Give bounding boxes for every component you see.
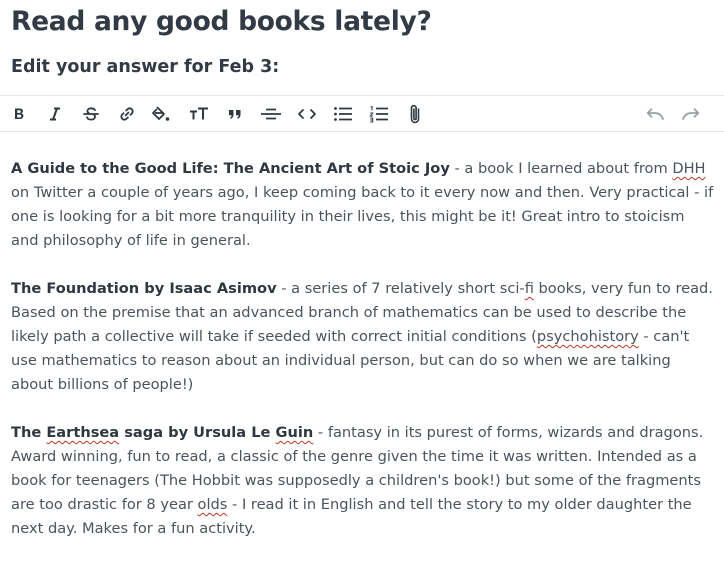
- attachment-icon: [410, 104, 420, 124]
- link-button[interactable]: [112, 96, 142, 132]
- edit-answer-heading: Edit your answer for Feb 3:: [11, 57, 280, 77]
- bulleted-list-button[interactable]: [328, 96, 358, 132]
- attachment-button[interactable]: [400, 96, 430, 132]
- answer-editor[interactable]: A Guide to the Good Life: The Ancient Ar…: [11, 157, 715, 565]
- misspelled-word: Guin: [275, 424, 314, 441]
- misspelled-word: fi: [524, 280, 534, 297]
- undo-button[interactable]: [640, 96, 670, 132]
- highlight-button[interactable]: [146, 96, 176, 132]
- strikethrough-button[interactable]: [76, 96, 106, 132]
- bulleted-list-icon: [334, 107, 352, 121]
- redo-icon: [682, 108, 700, 120]
- book-entry: The Earthsea saga by Ursula Le Guin - fa…: [11, 424, 704, 537]
- code-icon: [298, 109, 316, 119]
- quote-icon: [229, 110, 241, 119]
- horizontal-rule-button[interactable]: [256, 96, 286, 132]
- book-title: A Guide to the Good Life: The Ancient Ar…: [11, 160, 450, 177]
- text-size-button[interactable]: [184, 96, 214, 132]
- italic-button[interactable]: [40, 96, 70, 132]
- misspelled-word: DHH: [672, 160, 706, 177]
- misspelled-word: psychohistory: [536, 328, 639, 345]
- code-button[interactable]: [292, 96, 322, 132]
- misspelled-word: olds: [197, 496, 228, 513]
- undo-icon: [646, 108, 664, 120]
- link-icon: [120, 107, 134, 121]
- numbered-list-button[interactable]: [364, 96, 394, 132]
- highlight-icon: [152, 106, 170, 121]
- book-title: The Foundation by Isaac Asimov: [11, 280, 277, 297]
- horizontal-rule-icon: [261, 108, 281, 120]
- book-entry: A Guide to the Good Life: The Ancient Ar…: [11, 160, 714, 249]
- quote-button[interactable]: [220, 96, 250, 132]
- redo-button[interactable]: [676, 96, 706, 132]
- answer-edit-page: Read any good books lately? Edit your an…: [0, 0, 724, 545]
- text-size-icon: [190, 107, 208, 120]
- book-title: The Earthsea saga by Ursula Le Guin: [11, 424, 314, 441]
- bold-button[interactable]: [4, 96, 34, 132]
- italic-icon: [50, 107, 60, 121]
- book-entry: The Foundation by Isaac Asimov - a serie…: [11, 280, 713, 393]
- bold-icon: [15, 108, 24, 119]
- numbered-list-icon: [369, 105, 388, 123]
- question-title: Read any good books lately?: [11, 6, 432, 37]
- strikethrough-icon: [83, 107, 99, 121]
- misspelled-word: Earthsea: [46, 424, 120, 441]
- formatting-toolbar: [0, 95, 724, 132]
